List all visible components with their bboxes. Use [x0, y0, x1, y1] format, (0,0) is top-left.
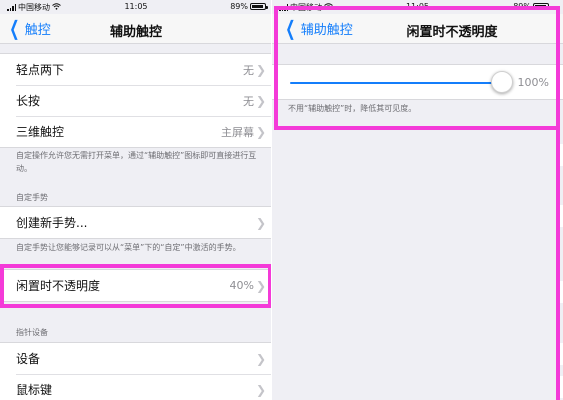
row-value: 无	[243, 94, 254, 108]
row-label: 长按	[16, 94, 41, 108]
row-label: 鼠标键	[16, 383, 53, 397]
page-title: 辅助触控	[109, 25, 162, 40]
custom-gestures-footnote: 自定手势让您能够记录可以从“菜单”下的“自定”中激活的手势。	[16, 243, 241, 252]
section-header-pointer-devices: 指针设备	[16, 328, 48, 337]
row-label: 轻点两下	[16, 63, 65, 77]
create-gesture-button[interactable]: 创建新手势... ❯	[0, 207, 272, 238]
highlight-box	[274, 6, 560, 130]
chevron-right-icon: ❯	[255, 215, 266, 230]
chevron-right-icon: ❯	[255, 124, 266, 139]
row-value: 主屏幕	[221, 125, 254, 139]
highlight-box-edge	[554, 130, 560, 400]
list-item-3d-touch[interactable]: 三维触控 主屏幕 ❯	[0, 116, 272, 147]
highlight-box	[0, 264, 272, 308]
right-screen: 中国移动 11:05 89% ❮ 辅助触控 闲置时不透明度 100% 不用“辅助…	[272, 0, 563, 400]
chevron-right-icon: ❯	[255, 382, 266, 397]
row-label: 创建新手势...	[16, 216, 88, 230]
chevron-right-icon: ❯	[255, 351, 266, 366]
battery-icon	[250, 3, 268, 10]
nav-bar: ❮ 触控 辅助触控	[0, 14, 272, 44]
actions-group: 轻点两下 无 ❯ 长按 无 ❯ 三维触控 主屏幕 ❯	[0, 53, 272, 148]
left-screen: 中国移动 11:05 89% ❮ 触控 辅助触控 轻点两下 无 ❯ 长按 无 ❯	[0, 0, 272, 400]
row-value: 无	[243, 63, 254, 77]
status-bar: 中国移动 11:05 89%	[0, 0, 272, 14]
section-header-custom-gestures: 自定手势	[16, 193, 48, 202]
battery-percent: 89%	[230, 2, 248, 11]
list-item-double-tap[interactable]: 轻点两下 无 ❯	[0, 54, 272, 85]
pointer-devices-group: 设备 ❯ 鼠标键 ❯	[0, 342, 272, 400]
list-item-long-press[interactable]: 长按 无 ❯	[0, 85, 272, 116]
list-item-devices[interactable]: 设备 ❯	[0, 343, 272, 374]
actions-footnote: 自定操作允许您无需打开菜单，通过“辅助触控”图标即可直接进行互动。	[16, 151, 257, 173]
chevron-right-icon: ❯	[255, 62, 266, 77]
custom-gestures-group: 创建新手势... ❯	[0, 206, 272, 239]
chevron-right-icon: ❯	[255, 93, 266, 108]
row-label: 设备	[16, 352, 41, 366]
row-label: 三维触控	[16, 125, 65, 139]
list-item-mouse-keys[interactable]: 鼠标键 ❯	[0, 374, 272, 400]
